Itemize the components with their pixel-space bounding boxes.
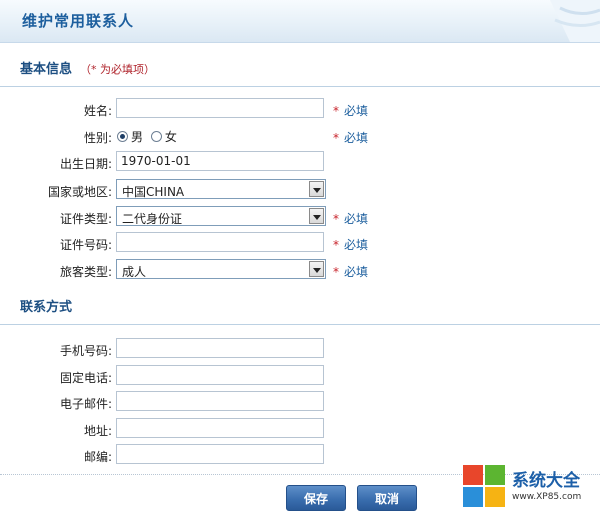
- birth-date-label: 出生日期:: [59, 157, 112, 171]
- passenger-type-label: 旅客类型:: [59, 265, 112, 279]
- country-select-value: 中国CHINA: [122, 185, 185, 199]
- gender-male-label[interactable]: 男: [131, 130, 143, 144]
- id-type-row: 证件类型: 二代身份证 * 必填: [0, 206, 600, 228]
- id-number-row: 证件号码: * 必填: [0, 232, 600, 254]
- passenger-type-row: 旅客类型: 成人 * 必填: [0, 259, 600, 281]
- passenger-type-select[interactable]: 成人: [116, 259, 326, 279]
- id-type-select[interactable]: 二代身份证: [116, 206, 326, 226]
- name-input[interactable]: [116, 98, 324, 118]
- chevron-down-icon[interactable]: [309, 261, 324, 277]
- birth-date-input[interactable]: [116, 151, 324, 171]
- postcode-label: 邮编:: [83, 450, 112, 464]
- required-text: 必填: [344, 265, 369, 279]
- required-marker: * 必填: [333, 236, 368, 253]
- page-title: 维护常用联系人: [22, 12, 135, 30]
- passenger-type-select-value: 成人: [122, 265, 147, 279]
- gender-male-radio[interactable]: [117, 131, 128, 142]
- required-text: 必填: [344, 131, 369, 145]
- gender-female-radio[interactable]: [150, 131, 162, 142]
- required-star: *: [333, 265, 339, 279]
- save-button[interactable]: 保存: [286, 485, 346, 511]
- name-row: 姓名: * 必填: [0, 98, 600, 120]
- section-divider: [0, 86, 600, 87]
- basic-info-section-title: 基本信息 （* 为必填项）: [20, 58, 155, 77]
- required-note: （* 为必填项）: [80, 63, 156, 76]
- address-row: 地址:: [0, 418, 600, 440]
- mobile-row: 手机号码:: [0, 338, 600, 360]
- email-label: 电子邮件:: [59, 397, 112, 411]
- page-header: 维护常用联系人: [0, 0, 600, 43]
- email-row: 电子邮件:: [0, 391, 600, 413]
- required-text: 必填: [344, 104, 369, 118]
- phone-label: 固定电话:: [59, 371, 112, 385]
- required-star: *: [333, 238, 339, 252]
- id-type-select-value: 二代身份证: [122, 212, 183, 226]
- required-star: *: [333, 104, 339, 118]
- gender-row: 性别: 男 女 * 必填: [0, 125, 600, 147]
- country-select[interactable]: 中国CHINA: [116, 179, 326, 199]
- windows-logo-icon: [463, 465, 507, 509]
- birth-date-row: 出生日期:: [0, 151, 600, 173]
- header-decoration: [550, 0, 600, 42]
- id-number-label: 证件号码:: [59, 238, 112, 252]
- watermark-title: 系统大全: [512, 471, 580, 491]
- required-marker: * 必填: [333, 129, 368, 146]
- required-text: 必填: [344, 212, 369, 226]
- gender-label: 性别:: [83, 131, 112, 145]
- country-row: 国家或地区: 中国CHINA: [0, 179, 600, 201]
- required-star: *: [333, 131, 339, 145]
- mobile-input[interactable]: [116, 338, 324, 358]
- required-marker: * 必填: [333, 210, 368, 227]
- postcode-input[interactable]: [116, 444, 324, 464]
- address-input[interactable]: [116, 418, 324, 438]
- contact-section-title: 联系方式: [20, 300, 73, 315]
- chevron-down-icon[interactable]: [309, 181, 324, 197]
- mobile-label: 手机号码:: [59, 344, 112, 358]
- gender-radio-group: 男 女: [117, 128, 181, 145]
- basic-info-title: 基本信息: [20, 62, 73, 77]
- cancel-button[interactable]: 取消: [357, 485, 417, 511]
- email-input[interactable]: [116, 391, 324, 411]
- required-marker: * 必填: [333, 102, 368, 119]
- chevron-down-icon[interactable]: [309, 208, 324, 224]
- gender-female-label[interactable]: 女: [165, 130, 177, 144]
- id-number-input[interactable]: [116, 232, 324, 252]
- name-label: 姓名:: [83, 104, 112, 118]
- required-star: *: [333, 212, 339, 226]
- phone-row: 固定电话:: [0, 365, 600, 387]
- section-divider: [0, 324, 600, 325]
- id-type-label: 证件类型:: [59, 212, 112, 226]
- country-label: 国家或地区:: [47, 185, 112, 199]
- required-marker: * 必填: [333, 263, 368, 280]
- watermark-url: www.XP85.com: [512, 492, 582, 502]
- site-watermark: 系统大全 www.XP85.com: [460, 462, 600, 512]
- phone-input[interactable]: [116, 365, 324, 385]
- required-text: 必填: [344, 238, 369, 252]
- address-label: 地址:: [83, 424, 112, 438]
